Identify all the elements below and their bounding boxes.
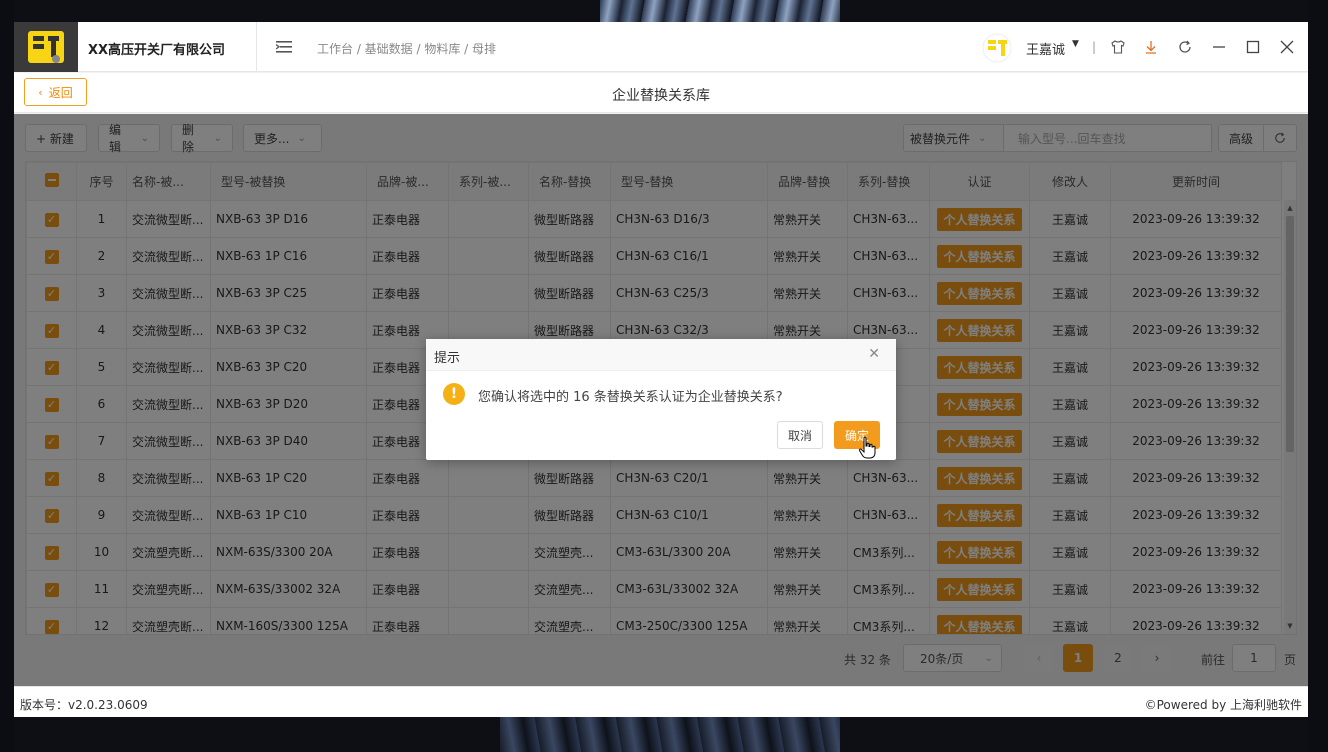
avatar[interactable] <box>981 32 1013 64</box>
company-logo <box>14 22 78 72</box>
title-bar: XX高压开关厂有限公司 工作台 / 基础数据 / 物料库 / 母排 王嘉诚 ▼ … <box>14 22 1308 72</box>
back-label: 返回 <box>48 85 73 100</box>
warning-icon: ! <box>443 383 465 405</box>
powered-by-label: ©Powered by 上海利驰软件 <box>1144 698 1302 712</box>
chevron-left-icon: ‹ <box>38 85 43 99</box>
toolbar-separator: | <box>1092 40 1097 54</box>
close-icon[interactable]: ✕ <box>868 346 880 362</box>
maximize-icon[interactable] <box>1244 38 1262 56</box>
breadcrumb: 工作台 / 基础数据 / 物料库 / 母排 <box>317 42 497 56</box>
logo-icon <box>28 31 64 63</box>
shirt-icon[interactable] <box>1109 38 1127 56</box>
title-divider <box>256 22 257 72</box>
dialog-header: 提示 ✕ <box>426 339 896 371</box>
version-label: 版本号：v2.0.23.0609 <box>20 698 148 712</box>
desktop-left-edge <box>0 0 14 752</box>
close-window-icon[interactable] <box>1278 38 1296 56</box>
cancel-button[interactable]: 取消 <box>777 421 823 449</box>
dialog-title: 提示 <box>434 351 461 366</box>
caret-down-icon[interactable]: ▼ <box>1072 39 1079 49</box>
dialog-message: 您确认将选中的 16 条替换关系认证为企业替换关系? <box>478 390 783 405</box>
page-title: 企业替换关系库 <box>612 88 710 104</box>
hand-cursor-icon <box>858 436 876 459</box>
avatar-logo-icon <box>982 33 1012 63</box>
user-name[interactable]: 王嘉诚 <box>1026 39 1065 58</box>
back-button[interactable]: ‹ 返回 <box>24 78 87 106</box>
menu-toggle-icon[interactable] <box>275 39 294 58</box>
refresh-icon[interactable] <box>1176 38 1194 56</box>
desktop-right-edge <box>1308 0 1328 752</box>
desktop-wallpaper-bottom <box>500 717 840 752</box>
download-icon[interactable] <box>1142 38 1160 56</box>
company-name: XX高压开关厂有限公司 <box>88 43 226 58</box>
page-header: 企业替换关系库 ‹ 返回 <box>14 73 1308 113</box>
desktop-wallpaper-top <box>600 0 840 22</box>
minimize-icon[interactable] <box>1210 38 1228 56</box>
confirm-dialog: 提示 ✕ ! 您确认将选中的 16 条替换关系认证为企业替换关系? 取消 确定 <box>426 339 896 460</box>
status-footer: 版本号：v2.0.23.0609 ©Powered by 上海利驰软件 <box>14 686 1308 717</box>
